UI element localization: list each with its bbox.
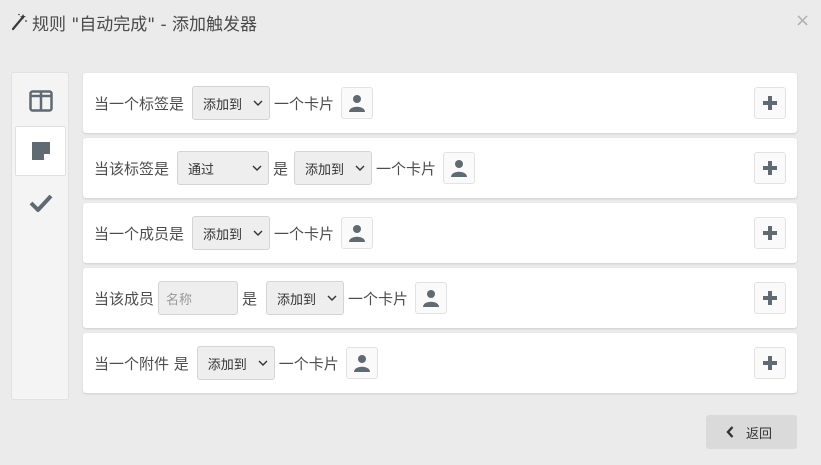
select-value: 添加到 bbox=[277, 292, 317, 308]
user-icon bbox=[451, 160, 468, 177]
magic-wand-icon bbox=[11, 13, 27, 31]
board-columns-tab[interactable] bbox=[15, 76, 66, 126]
columns-icon bbox=[28, 90, 53, 112]
plus-icon bbox=[763, 161, 777, 175]
trigger-label: 当一个成员是 bbox=[94, 224, 185, 243]
trigger-row-this-member: 当该成员 名称 是 添加到 一个卡片 bbox=[83, 268, 797, 328]
trigger-tail: 一个卡片 bbox=[274, 224, 335, 243]
trigger-mid: 是 bbox=[273, 159, 289, 178]
dialog-title: 规则 "自动完成" - 添加触发器 bbox=[32, 14, 257, 35]
select-value: 添加到 bbox=[203, 97, 243, 113]
member-name-input[interactable]: 名称 bbox=[158, 281, 239, 315]
card-tab[interactable] bbox=[15, 126, 66, 176]
chevron-left-icon bbox=[726, 426, 734, 438]
add-trigger-button[interactable] bbox=[754, 217, 786, 249]
chevron-down-icon bbox=[253, 230, 263, 236]
trigger-row-label-added: 当一个标签是 添加到 一个卡片 bbox=[83, 73, 797, 133]
close-icon[interactable]: × bbox=[795, 12, 810, 30]
select-value: 添加到 bbox=[305, 162, 345, 178]
add-trigger-button[interactable] bbox=[754, 347, 786, 379]
plus-icon bbox=[763, 226, 777, 240]
back-button[interactable]: 返回 bbox=[706, 415, 797, 449]
check-icon bbox=[29, 194, 52, 212]
trigger-tail: 一个卡片 bbox=[348, 289, 409, 308]
user-icon bbox=[353, 355, 370, 372]
add-trigger-button[interactable] bbox=[754, 87, 786, 119]
user-filter-button[interactable] bbox=[415, 282, 448, 314]
trigger-label: 当一个标签是 bbox=[94, 94, 185, 113]
select-value: 添加到 bbox=[203, 227, 243, 243]
add-trigger-button[interactable] bbox=[754, 282, 786, 314]
user-filter-button[interactable] bbox=[443, 152, 476, 184]
trigger-label: 当该标签是 bbox=[94, 159, 170, 178]
trigger-row-attachment-added: 当一个附件 是 添加到 一个卡片 bbox=[83, 333, 797, 393]
plus-icon bbox=[763, 96, 777, 110]
user-filter-button[interactable] bbox=[345, 347, 378, 379]
user-icon bbox=[349, 95, 366, 112]
trigger-tail: 一个卡片 bbox=[274, 94, 335, 113]
input-placeholder: 名称 bbox=[166, 292, 193, 308]
trigger-mid: 是 bbox=[242, 289, 258, 308]
action-select[interactable]: 添加到 bbox=[192, 216, 271, 250]
trigger-category-sidebar bbox=[11, 72, 69, 400]
plus-icon bbox=[763, 356, 777, 370]
trigger-label: 当一个附件 是 bbox=[94, 354, 189, 373]
trigger-row-this-label: 当该标签是 通过 是 添加到 一个卡片 bbox=[83, 138, 797, 198]
select-value: 通过 bbox=[188, 162, 215, 178]
user-icon bbox=[349, 225, 366, 242]
action-select[interactable]: 添加到 bbox=[266, 281, 345, 315]
sticky-note-icon bbox=[31, 142, 50, 160]
checklist-tab[interactable] bbox=[15, 178, 66, 228]
back-button-label: 返回 bbox=[746, 426, 773, 442]
add-trigger-button[interactable] bbox=[754, 152, 786, 184]
chevron-down-icon bbox=[258, 360, 268, 366]
chevron-down-icon bbox=[327, 295, 337, 301]
trigger-row-member-added: 当一个成员是 添加到 一个卡片 bbox=[83, 203, 797, 263]
user-filter-button[interactable] bbox=[341, 217, 374, 249]
chevron-down-icon bbox=[253, 100, 263, 106]
user-filter-button[interactable] bbox=[341, 87, 374, 119]
action-select[interactable]: 添加到 bbox=[294, 151, 373, 185]
trigger-tail: 一个卡片 bbox=[278, 354, 339, 373]
action-select[interactable]: 添加到 bbox=[196, 346, 275, 380]
label-select[interactable]: 通过 bbox=[177, 151, 270, 185]
trigger-label: 当该成员 bbox=[94, 289, 155, 308]
select-value: 添加到 bbox=[207, 357, 247, 373]
user-icon bbox=[423, 290, 440, 307]
action-select[interactable]: 添加到 bbox=[192, 86, 271, 120]
chevron-down-icon bbox=[252, 165, 262, 171]
chevron-down-icon bbox=[355, 165, 365, 171]
trigger-tail: 一个卡片 bbox=[376, 159, 437, 178]
plus-icon bbox=[763, 291, 777, 305]
dialog-header: 规则 "自动完成" - 添加触发器 bbox=[0, 0, 821, 44]
